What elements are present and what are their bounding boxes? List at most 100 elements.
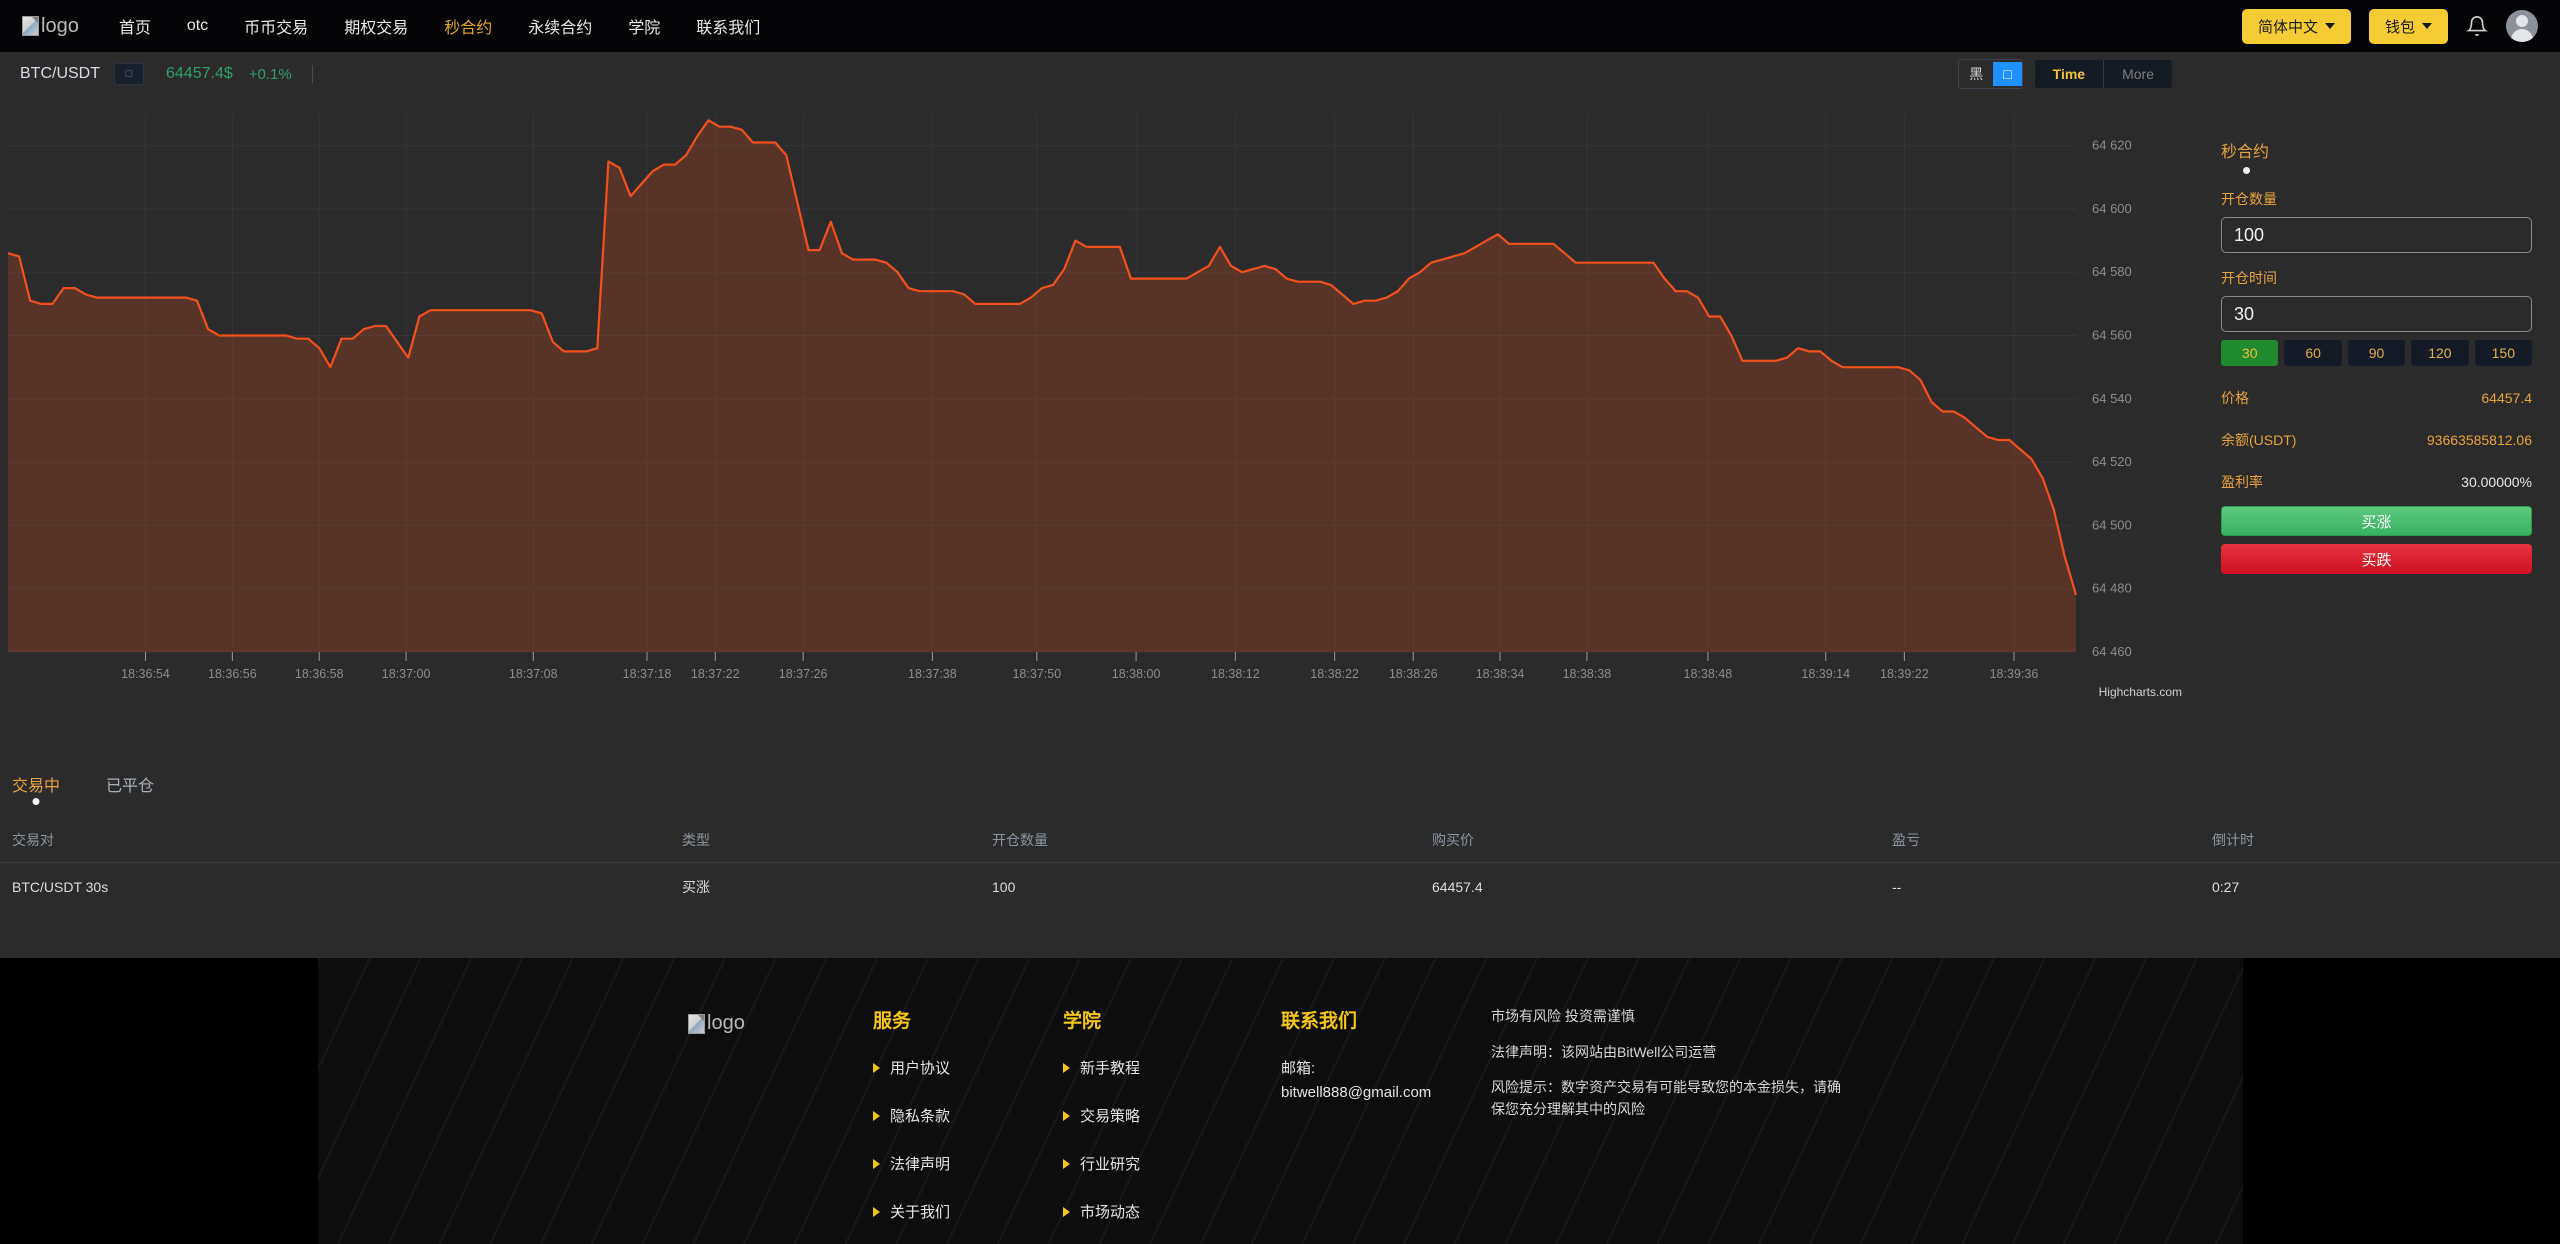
footer-email-address[interactable]: bitwell888@gmail.com [1281, 1084, 1491, 1101]
theme-blue-button[interactable]: □ [1993, 62, 2021, 86]
x-axis-tick-label: 18:37:38 [908, 667, 957, 681]
cell-pair: BTC/USDT 30s [0, 863, 670, 912]
footer-disclaimer: 市场有风险 投资需谨慎 法律声明：该网站由BitWell公司运营 风险提示：数字… [1491, 1006, 1851, 1121]
price-row: 价格 64457.4 [2221, 388, 2532, 408]
triangle-right-icon [1063, 1063, 1070, 1073]
x-axis-tick-label: 18:39:36 [1990, 667, 2039, 681]
bell-icon[interactable] [2466, 15, 2488, 37]
orders-tab-bar: 交易中 已平仓 [0, 772, 2560, 806]
order-panel-title: 秒合约 [2221, 138, 2532, 162]
language-selector[interactable]: 简体中文 [2242, 9, 2351, 44]
footer-link-market-news[interactable]: 市场动态 [1063, 1201, 1281, 1222]
nav-item-otc[interactable]: otc [187, 17, 208, 35]
tab-open-orders[interactable]: 交易中 [12, 772, 60, 806]
y-axis-tick-label: 64 460 [2092, 644, 2132, 659]
footer-note-warning: 风险提示：数字资产交易有可能导致您的本金损失，请确保您充分理解其中的风险 [1491, 1077, 1851, 1120]
footer-columns: logo 服务 用户协议 隐私条款 法律声明 [318, 958, 2243, 1244]
cell-pnl: -- [1880, 863, 2200, 912]
footer-link-user-agreement-label[interactable]: 用户协议 [890, 1057, 950, 1078]
language-selector-label: 简体中文 [2258, 16, 2318, 37]
cell-type: 买涨 [670, 863, 980, 912]
chart-mode-time-button[interactable]: Time [2035, 60, 2103, 88]
user-avatar[interactable] [2506, 10, 2538, 42]
cell-buy-price: 64457.4 [1420, 863, 1880, 912]
x-axis-tick-label: 18:37:22 [691, 667, 740, 681]
footer: logo 服务 用户协议 隐私条款 法律声明 [0, 958, 2560, 1244]
nav-item-coin-trade[interactable]: 币币交易 [244, 14, 308, 38]
balance-row: 余额(USDT) 93663585812.06 [2221, 430, 2532, 450]
site-logo[interactable]: logo [22, 15, 79, 38]
footer-link-trading-strategy[interactable]: 交易策略 [1063, 1105, 1281, 1126]
footer-services-title: 服务 [873, 1006, 1063, 1033]
tab-closed-orders[interactable]: 已平仓 [106, 772, 154, 806]
footer-link-about-us[interactable]: 关于我们 [873, 1201, 1063, 1222]
chart-toolbar: BTC/USDT □ 64457.4$ +0.1% 黑 □ Time More [0, 52, 2192, 96]
nav-item-home[interactable]: 首页 [119, 14, 151, 38]
buy-down-button[interactable]: 买跌 [2221, 544, 2532, 574]
duration-chip-150[interactable]: 150 [2475, 340, 2532, 366]
nav-item-contact-us[interactable]: 联系我们 [696, 14, 760, 38]
wallet-button[interactable]: 钱包 [2369, 9, 2448, 44]
footer-logo-alt-text: logo [707, 1012, 745, 1035]
y-axis-tick-label: 64 620 [2092, 138, 2132, 153]
footer-link-industry-research[interactable]: 行业研究 [1063, 1153, 1281, 1174]
amount-input[interactable] [2221, 217, 2532, 253]
footer-link-legal-statement[interactable]: 法律声明 [873, 1153, 1063, 1174]
x-axis-tick-label: 18:38:48 [1684, 667, 1733, 681]
chart-mode-more-button[interactable]: More [2104, 60, 2172, 88]
price-row-value: 64457.4 [2481, 390, 2532, 406]
col-header-amount: 开仓数量 [980, 818, 1420, 863]
profit-rate-value: 30.00000% [2461, 474, 2532, 490]
x-axis-tick-label: 18:38:22 [1310, 667, 1359, 681]
footer-column-services: 服务 用户协议 隐私条款 法律声明 关于我们 [873, 1006, 1063, 1244]
nav-item-academy[interactable]: 学院 [628, 14, 660, 38]
balance-row-value: 93663585812.06 [2427, 432, 2532, 448]
footer-logo: logo [688, 1006, 873, 1244]
broken-image-icon: logo [688, 1012, 745, 1035]
footer-link-industry-research-label[interactable]: 行业研究 [1080, 1153, 1140, 1174]
footer-link-privacy-terms[interactable]: 隐私条款 [873, 1105, 1063, 1126]
price-row-label: 价格 [2221, 388, 2249, 408]
col-header-type: 类型 [670, 818, 980, 863]
panel-title-dot [2243, 167, 2250, 174]
footer-link-trading-strategy-label[interactable]: 交易策略 [1080, 1105, 1140, 1126]
amount-field-label: 开仓数量 [2221, 189, 2532, 209]
chevron-down-icon [2325, 23, 2335, 29]
footer-link-beginner-tutorial[interactable]: 新手教程 [1063, 1057, 1281, 1078]
footer-column-academy: 学院 新手教程 交易策略 行业研究 市场动态 [1063, 1006, 1281, 1244]
symbol-picker-button[interactable]: □ [114, 63, 144, 85]
footer-link-user-agreement[interactable]: 用户协议 [873, 1057, 1063, 1078]
chart-tool-buttons: 黑 □ Time More [1958, 59, 2172, 89]
active-tab-dot [33, 798, 40, 805]
nav-item-perpetual-contract[interactable]: 永续合约 [528, 14, 592, 38]
footer-link-about-us-label[interactable]: 关于我们 [890, 1201, 950, 1222]
price-change-percent: +0.1% [249, 66, 292, 83]
chevron-down-icon [2422, 23, 2432, 29]
x-axis-tick-label: 18:38:12 [1211, 667, 1260, 681]
triangle-right-icon [873, 1063, 880, 1073]
duration-chip-120[interactable]: 120 [2411, 340, 2468, 366]
col-header-pair: 交易对 [0, 818, 670, 863]
y-axis-tick-label: 64 540 [2092, 391, 2132, 406]
price-chart[interactable]: 64 62064 60064 58064 56064 54064 52064 5… [0, 96, 2192, 714]
table-row[interactable]: BTC/USDT 30s 买涨 100 64457.4 -- 0:27 [0, 863, 2560, 912]
footer-link-market-news-label[interactable]: 市场动态 [1080, 1201, 1140, 1222]
duration-input[interactable] [2221, 296, 2532, 332]
nav-item-options-trade[interactable]: 期权交易 [344, 14, 408, 38]
balance-row-label: 余额(USDT) [2221, 430, 2296, 450]
nav-item-seconds-contract[interactable]: 秒合约 [444, 14, 492, 38]
footer-link-privacy-terms-label[interactable]: 隐私条款 [890, 1105, 950, 1126]
x-axis-tick-label: 18:36:54 [121, 667, 170, 681]
duration-chip-30[interactable]: 30 [2221, 340, 2278, 366]
x-axis-tick-label: 18:37:00 [382, 667, 431, 681]
duration-chip-60[interactable]: 60 [2284, 340, 2341, 366]
buy-up-button[interactable]: 买涨 [2221, 506, 2532, 536]
duration-field-label: 开仓时间 [2221, 268, 2532, 288]
footer-academy-title: 学院 [1063, 1006, 1281, 1033]
theme-dark-button[interactable]: 黑 [1959, 60, 1993, 88]
footer-link-beginner-tutorial-label[interactable]: 新手教程 [1080, 1057, 1140, 1078]
chart-mode-group: Time More [2035, 60, 2172, 88]
cell-amount: 100 [980, 863, 1420, 912]
footer-link-legal-statement-label[interactable]: 法律声明 [890, 1153, 950, 1174]
duration-chip-90[interactable]: 90 [2348, 340, 2405, 366]
